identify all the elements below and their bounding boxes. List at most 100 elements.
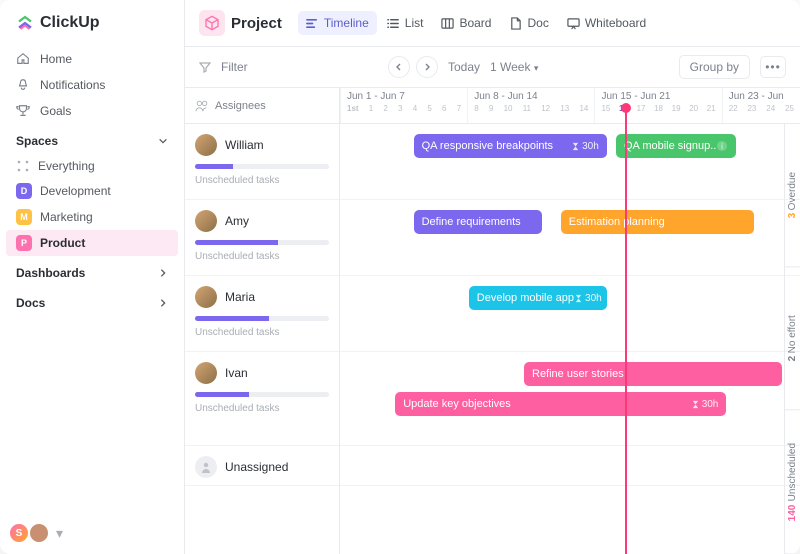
assignee-header[interactable]: Assignees [185, 88, 339, 124]
app-logo[interactable]: ClickUp [0, 14, 184, 46]
assignee-row[interactable]: Unassigned [185, 446, 339, 486]
task-label: Refine user stories [532, 368, 624, 380]
avatar [195, 456, 217, 478]
home-icon [16, 52, 30, 66]
svg-text:i: i [721, 142, 723, 151]
tab-whiteboard[interactable]: Whiteboard [559, 11, 654, 35]
person-icon [200, 461, 212, 473]
assignee-row[interactable]: William Unscheduled tasks [185, 124, 339, 200]
progress-bar [195, 316, 329, 321]
task-duration: 30h [574, 293, 602, 304]
whiteboard-icon [567, 17, 580, 30]
task-bar[interactable]: QA mobile signup..i [616, 134, 736, 158]
filter-icon [199, 61, 211, 73]
docs-label: Docs [16, 296, 45, 310]
progress-bar [195, 392, 329, 397]
timeline-view: Assignees William Unscheduled tasks Amy Uns… [185, 88, 800, 554]
task-label: Define requirements [422, 216, 521, 228]
next-button[interactable] [416, 56, 438, 78]
assignee-row[interactable]: MariaUnscheduled tasks [185, 276, 339, 352]
task-bar[interactable]: Refine user stories [524, 362, 782, 386]
nav-item-notifications[interactable]: Notifications [0, 72, 184, 98]
sidebar-space-development[interactable]: DDevelopment [0, 178, 184, 204]
progress-bar [195, 240, 329, 245]
assignee-name: Unassigned [225, 460, 288, 474]
tab-list[interactable]: List [379, 11, 432, 35]
today-button[interactable]: Today [448, 60, 480, 74]
avatar [195, 362, 217, 384]
sidebar: ClickUp HomeNotificationsGoals Spaces Ev… [0, 0, 185, 554]
avatar [195, 134, 217, 156]
unscheduled-label[interactable]: Unscheduled tasks [195, 251, 329, 262]
dashboards-section-toggle[interactable]: Dashboards [0, 256, 184, 286]
chevron-down-icon [158, 136, 168, 146]
sidebar-space-product[interactable]: PProduct [6, 230, 178, 256]
docs-section-toggle[interactable]: Docs [0, 286, 184, 316]
avatar [195, 286, 217, 308]
avatar [195, 210, 217, 232]
clickup-logo-icon [16, 14, 34, 32]
doc-icon [509, 17, 522, 30]
task-bar[interactable]: Estimation planning [561, 210, 754, 234]
nav-item-goals[interactable]: Goals [0, 98, 184, 124]
more-button[interactable]: ••• [760, 56, 786, 78]
timeline-chart[interactable]: Jun 1 - Jun 71st1234567Jun 8 - Jun 14891… [340, 88, 800, 554]
spaces-label: Spaces [16, 134, 58, 148]
dashboards-label: Dashboards [16, 266, 85, 280]
nav-item-home[interactable]: Home [0, 46, 184, 72]
side-stat-overdue[interactable]: 3 Overdue [785, 124, 800, 267]
info-icon: i [716, 140, 728, 152]
task-label: Develop mobile app [477, 292, 574, 304]
task-bar[interactable]: Update key objectives30h [395, 392, 726, 416]
assignees-label: Assignees [215, 100, 266, 112]
week-header[interactable]: Jun 15 - Jun 2115161718192021 [594, 88, 721, 123]
filter-button[interactable]: Filter [221, 60, 248, 74]
side-stat-unscheduled[interactable]: 140 Unscheduled [785, 411, 800, 554]
tab-doc[interactable]: Doc [501, 11, 556, 35]
groupby-button[interactable]: Group by [679, 55, 750, 79]
hourglass-icon [574, 294, 583, 303]
task-bar[interactable]: Define requirements [414, 210, 543, 234]
timeline-icon [306, 17, 319, 30]
space-badge: D [16, 183, 32, 199]
spaces-section-toggle[interactable]: Spaces [0, 124, 184, 154]
task-bar[interactable]: Develop mobile app30h [469, 286, 607, 310]
assignee-name: William [225, 138, 264, 152]
task-label: Update key objectives [403, 398, 511, 410]
week-header[interactable]: Jun 8 - Jun 14891011121314 [467, 88, 594, 123]
unscheduled-label[interactable]: Unscheduled tasks [195, 403, 329, 414]
unscheduled-label[interactable]: Unscheduled tasks [195, 175, 329, 186]
task-label: QA responsive breakpoints [422, 140, 553, 152]
range-selector[interactable]: 1 Week ▾ [490, 60, 538, 74]
people-icon [195, 99, 209, 113]
tab-board[interactable]: Board [433, 11, 499, 35]
bell-icon [16, 78, 30, 92]
task-bar[interactable]: QA responsive breakpoints30h [414, 134, 607, 158]
space-badge: M [16, 209, 32, 225]
hourglass-icon [691, 400, 700, 409]
box-icon [204, 15, 220, 31]
chevron-right-icon [423, 63, 431, 71]
tab-timeline[interactable]: Timeline [298, 11, 377, 35]
task-label: Estimation planning [569, 216, 665, 228]
assignee-name: Amy [225, 214, 249, 228]
view-tabs: TimelineListBoardDocWhiteboard [298, 11, 654, 35]
sidebar-space-marketing[interactable]: MMarketing [0, 204, 184, 230]
sidebar-space-everything[interactable]: Everything [0, 154, 184, 178]
presence-avatars[interactable]: S ▾ [0, 522, 184, 544]
space-badge: P [16, 235, 32, 251]
board-icon [441, 17, 454, 30]
project-icon[interactable] [199, 10, 225, 36]
app-name-label: ClickUp [40, 14, 100, 32]
assignee-row[interactable]: Amy Unscheduled tasks [185, 200, 339, 276]
assignee-row[interactable]: IvanUnscheduled tasks [185, 352, 339, 446]
progress-bar [195, 164, 329, 169]
date-header: Jun 1 - Jun 71st1234567Jun 8 - Jun 14891… [340, 88, 800, 124]
week-header[interactable]: Jun 23 - Jun22232425 [722, 88, 800, 123]
chevron-right-icon [158, 298, 168, 308]
unscheduled-label[interactable]: Unscheduled tasks [195, 327, 329, 338]
prev-button[interactable] [388, 56, 410, 78]
trophy-icon [16, 104, 30, 118]
side-stat-no-effort[interactable]: 2 No effort [785, 267, 800, 410]
week-header[interactable]: Jun 1 - Jun 71st1234567 [340, 88, 467, 123]
